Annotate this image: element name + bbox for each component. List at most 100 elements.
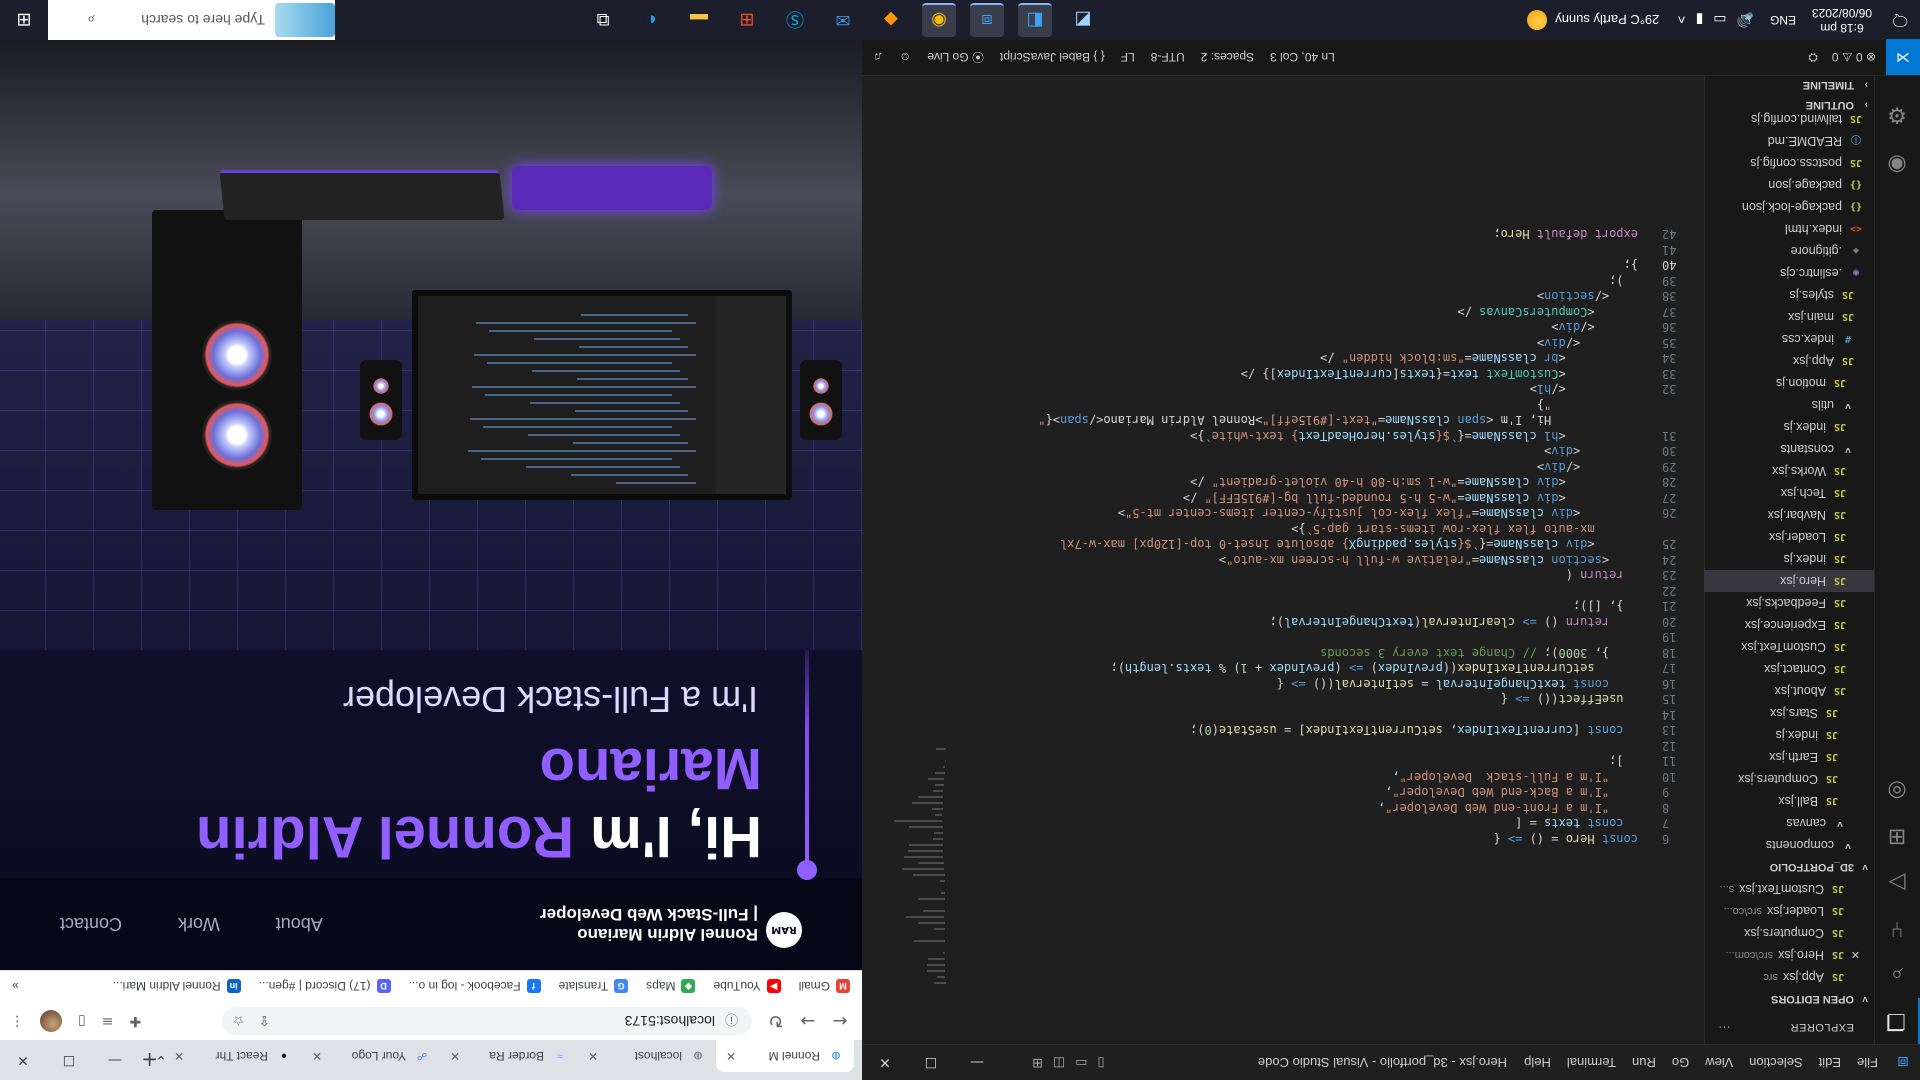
menu-edit[interactable]: Edit xyxy=(1811,1055,1849,1070)
account-icon[interactable]: ◉ xyxy=(1874,142,1920,188)
code-line[interactable]: return () => clearInterval(textChangeInt… xyxy=(1269,615,1638,629)
customize-layout-icon[interactable]: ⊞ xyxy=(1032,1055,1043,1070)
taskbar-edge-icon[interactable]: ◐ xyxy=(634,3,668,37)
bookmark-item[interactable]: G Translate xyxy=(559,979,629,994)
source-control-icon[interactable]: ⑂ xyxy=(1874,906,1920,952)
nav-link-contact[interactable]: Contact xyxy=(60,913,122,934)
timeline-section[interactable]: › TIMELINE xyxy=(1704,74,1874,96)
code-line[interactable]: }, []); xyxy=(1573,600,1638,614)
menu-selection[interactable]: Selection xyxy=(1741,1055,1810,1070)
tree-file[interactable]: <> index.html xyxy=(1704,218,1874,240)
side-panel-icon[interactable]: ▯ xyxy=(78,1013,86,1029)
maximize-button[interactable]: ☐ xyxy=(46,1052,92,1068)
code-line[interactable]: <div className={`${styles.paddingX} abso… xyxy=(1060,538,1638,552)
taskbar-vscode-alt-icon[interactable]: ◧ xyxy=(1018,3,1052,37)
open-editor-item[interactable]: JS Loader.jsx src\co... xyxy=(1704,900,1874,922)
code-line[interactable]: const texts = [ xyxy=(1515,817,1638,831)
notification-center-icon[interactable]: 🗨 xyxy=(1880,10,1920,30)
close-tab-icon[interactable]: ✕ xyxy=(312,1049,322,1063)
code-line[interactable]: </div> xyxy=(1537,460,1638,474)
close-button[interactable]: ✕ xyxy=(0,1052,46,1068)
git-icon[interactable]: ⛭ xyxy=(1808,50,1818,65)
code-line[interactable]: }, 3000); // Change text every 3 seconds xyxy=(1320,646,1638,660)
close-tab-icon[interactable]: ✕ xyxy=(726,1049,736,1063)
weather-widget[interactable]: 29°C Partly sunny xyxy=(1527,10,1669,30)
close-editor-icon[interactable]: ✕ xyxy=(1846,949,1860,962)
battery-icon[interactable]: ▮ xyxy=(1696,12,1704,29)
taskbar-search-box[interactable]: ⌕ Type here to search xyxy=(48,0,335,40)
code-editor[interactable]: 6 7 8 9 10 11 12 13 14 15 16 17 18 19 20 21 22 23 24 25 26 27… xyxy=(862,74,1704,1044)
taskbar-mail-icon[interactable]: ✉ xyxy=(826,3,860,37)
language-mode[interactable]: { } Babel JavaScript xyxy=(1000,51,1105,65)
code-line[interactable]: <h1 className={`${styles.heroHeadText} t… xyxy=(1190,429,1638,443)
browser-tab[interactable]: ◍ localhost ✕ xyxy=(578,1040,716,1072)
tree-file[interactable]: JS Navbar.jsx xyxy=(1704,504,1874,526)
code-line[interactable]: "I'm a Full-stack Developer", xyxy=(1392,770,1638,784)
code-line[interactable]: <ComputersCanvas /> xyxy=(1457,305,1638,319)
tree-file[interactable]: JS Works.jsx xyxy=(1704,460,1874,482)
tree-file[interactable]: JS index.js xyxy=(1704,724,1874,746)
code-line[interactable]: const [currentTextIndex, setCurrentTextI… xyxy=(1190,724,1638,738)
tree-file[interactable]: JS Stars.jsx xyxy=(1704,702,1874,724)
indentation[interactable]: Spaces: 2 xyxy=(1201,51,1254,65)
minimize-button[interactable]: — xyxy=(92,1052,138,1068)
tree-folder[interactable]: ˅ components xyxy=(1704,834,1874,856)
nav-link-about[interactable]: About xyxy=(276,913,323,934)
more-bookmarks-icon[interactable]: » xyxy=(12,980,19,994)
tree-folder[interactable]: ˅ canvas xyxy=(1704,812,1874,834)
clock[interactable]: 6:18 pm 06/08/2023 xyxy=(1804,5,1880,35)
code-line[interactable]: "I'm a Front-end Web Developer", xyxy=(1378,801,1638,815)
code-line[interactable]: </h1> xyxy=(1530,383,1638,397)
code-line[interactable]: return ( xyxy=(1566,569,1638,583)
minimize-button[interactable]: — xyxy=(954,1055,1000,1071)
taskbar-store-icon[interactable]: ⊞ xyxy=(730,3,764,37)
tree-file[interactable]: ◉ .eslintrc.cjs xyxy=(1704,262,1874,284)
network-icon[interactable]: ▭ xyxy=(1713,12,1726,29)
menu-terminal[interactable]: Terminal xyxy=(1559,1055,1624,1070)
bookmark-star-icon[interactable]: ☆ xyxy=(232,1013,245,1030)
end-of-line[interactable]: LF xyxy=(1121,51,1135,65)
notifications-bell-icon[interactable]: ♫ xyxy=(874,51,883,65)
tree-file[interactable]: JS Experience.jsx xyxy=(1704,614,1874,636)
tree-file[interactable]: JS main.jsx xyxy=(1704,306,1874,328)
explorer-icon[interactable]: ❐ xyxy=(1874,998,1920,1044)
open-editor-item[interactable]: JS App.jsx src xyxy=(1704,966,1874,988)
tree-file[interactable]: JS index.js xyxy=(1704,548,1874,570)
tree-file[interactable]: JS index.js xyxy=(1704,416,1874,438)
tree-file[interactable]: JS Loader.jsx xyxy=(1704,526,1874,548)
profile-avatar[interactable] xyxy=(40,1010,62,1032)
tree-file[interactable]: JS Computers.jsx xyxy=(1704,768,1874,790)
tree-file[interactable]: ⓘ README.md xyxy=(1704,130,1874,152)
site-info-icon[interactable]: ⓘ xyxy=(725,1012,738,1031)
code-line[interactable]: ]; xyxy=(1609,755,1638,769)
maximize-button[interactable]: ☐ xyxy=(908,1055,954,1071)
code-line[interactable]: <div className="w-5 h-5 rounded-full bg-… xyxy=(1183,491,1638,505)
bookmark-item[interactable]: ▶ YouTube xyxy=(714,979,781,994)
remote-indicator-icon[interactable]: ⋊ xyxy=(1886,39,1920,76)
remote-explorer-icon[interactable]: ◎ xyxy=(1874,768,1920,814)
project-section[interactable]: ˅ 3D_PORTFOLIO xyxy=(1704,856,1874,878)
minimap[interactable] xyxy=(876,554,946,984)
nav-link-work[interactable]: Work xyxy=(178,913,220,934)
media-controls-icon[interactable]: ≡ xyxy=(102,1013,114,1029)
tree-file[interactable]: JS CustomText.jsx xyxy=(1704,636,1874,658)
browser-tab[interactable]: ☍ Your Logo ✕ xyxy=(302,1040,440,1072)
address-bar[interactable]: ⓘ localhost:5173 ⇪ ☆ xyxy=(222,1007,752,1035)
tree-file[interactable]: JS motion.js xyxy=(1704,372,1874,394)
tree-folder[interactable]: ˅ constants xyxy=(1704,438,1874,460)
tree-file[interactable]: JS App.jsx xyxy=(1704,350,1874,372)
code-line[interactable]: setCurrentTextIndex((prevIndex) => (prev… xyxy=(1110,662,1638,676)
code-line[interactable]: "} xyxy=(1537,398,1638,412)
portfolio-logo[interactable]: RAM xyxy=(766,912,802,948)
code-line[interactable]: <div> xyxy=(1544,445,1638,459)
show-hidden-icons-chevron[interactable]: ˄ xyxy=(1677,12,1685,29)
tree-file[interactable]: {} package-lock.json xyxy=(1704,196,1874,218)
cursor-position[interactable]: Ln 40, Col 3 xyxy=(1270,51,1335,65)
problems-count[interactable]: ⊗ 0 ⚠ 0 xyxy=(1832,51,1876,65)
tree-file[interactable]: JS Ball.jsx xyxy=(1704,790,1874,812)
language-indicator[interactable]: ENG xyxy=(1762,13,1804,27)
open-editor-item[interactable]: JS Computers.jsx xyxy=(1704,922,1874,944)
code-line[interactable]: export default Hero; xyxy=(1493,228,1638,242)
extensions-puzzle-icon[interactable]: ✚ xyxy=(129,1013,141,1029)
bookmark-item[interactable]: M Gmail xyxy=(799,979,850,994)
